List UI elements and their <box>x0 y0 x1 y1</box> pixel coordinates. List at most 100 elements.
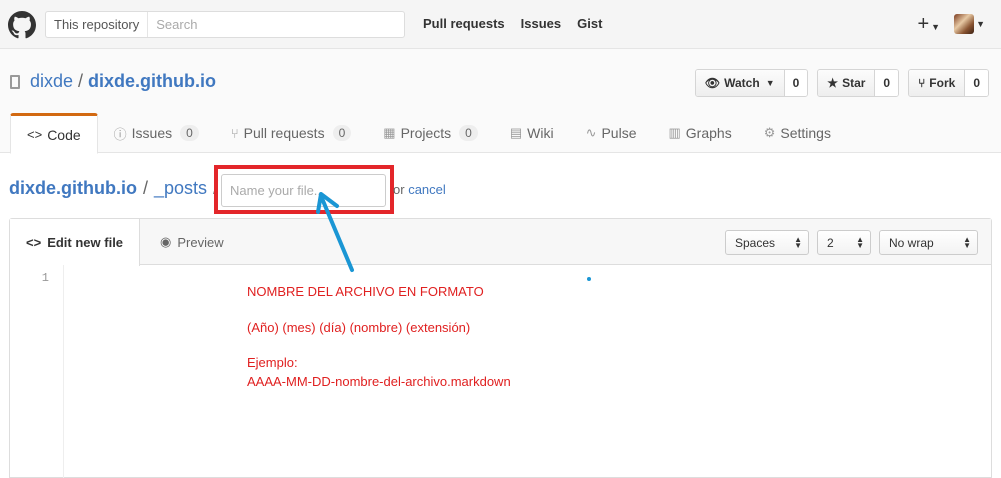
or-text: or <box>393 182 405 197</box>
header-actions: + ▼ ▼ <box>917 12 985 36</box>
tab-label: Issues <box>131 125 173 141</box>
user-menu-button[interactable]: ▼ <box>954 14 985 34</box>
project-icon: ▦ <box>383 125 396 140</box>
tab-pulse[interactable]: ∿ Pulse <box>570 113 653 153</box>
breadcrumb-repo-link[interactable]: dixde.github.io <box>9 178 137 199</box>
select-arrows-icon: ▲ ▼ <box>963 234 971 250</box>
pulse-icon: ∿ <box>585 125 597 140</box>
wrap-mode-select[interactable]: No wrap ▲ ▼ <box>879 230 978 255</box>
chevron-down-icon: ▼ <box>765 78 775 88</box>
tab-pull-requests[interactable]: ⑂ Pull requests 0 <box>215 113 367 153</box>
repo-owner-link[interactable]: dixde <box>30 71 73 92</box>
tab-label: Edit new file <box>47 235 124 250</box>
search-scope-label: This repository <box>46 12 149 37</box>
tab-code[interactable]: <> Code <box>10 113 98 154</box>
nav-issues[interactable]: Issues <box>521 16 561 31</box>
editor-options: Spaces ▲ ▼ 2 ▲ ▼ No wrap ▲ ▼ <box>725 230 978 255</box>
annotation-line-3: Ejemplo: <box>247 355 298 370</box>
code-icon: <> <box>26 235 42 250</box>
watch-button[interactable]: 👁 Watch ▼ <box>695 70 785 96</box>
breadcrumb: dixde.github.io / _posts / <box>9 178 218 199</box>
repo-icon <box>10 74 20 89</box>
star-group: ★ Star 0 <box>817 69 900 97</box>
nav-pull-requests[interactable]: Pull requests <box>423 16 505 31</box>
select-arrows-icon: ▲ ▼ <box>794 234 802 250</box>
line-number: 1 <box>41 271 49 285</box>
highlight-box-annotation <box>214 165 394 214</box>
fork-count[interactable]: 0 <box>965 70 988 96</box>
file-editor: <> Edit new file ◉ Preview Spaces ▲ ▼ 2 ▲ ▼ No… <box>9 218 992 478</box>
select-value: 2 <box>827 235 834 250</box>
tab-label: Wiki <box>527 125 554 141</box>
search-box: This repository <box>45 11 405 38</box>
nav-gist[interactable]: Gist <box>577 16 602 31</box>
plus-icon: + <box>917 13 930 35</box>
indent-size-select[interactable]: 2 ▲ ▼ <box>817 230 871 255</box>
annotation-line-4: AAAA-MM-DD-nombre-del-archivo.markdown <box>247 374 511 389</box>
select-arrows-icon: ▲ ▼ <box>856 234 864 250</box>
fork-icon: ⑂ <box>918 76 926 90</box>
eye-icon: ◉ <box>160 234 172 249</box>
tab-label: Projects <box>400 125 452 141</box>
gear-icon: ⚙ <box>763 125 776 140</box>
repo-separator: / <box>78 71 84 91</box>
line-gutter: 1 <box>10 265 64 478</box>
annotation-line-2: (Año) (mes) (día) (nombre) (extensión) <box>247 320 471 335</box>
tab-settings[interactable]: ⚙ Settings <box>748 113 847 153</box>
star-button[interactable]: ★ Star <box>818 70 876 96</box>
breadcrumb-separator: / <box>143 178 149 198</box>
code-icon: <> <box>27 127 43 142</box>
tab-issues[interactable]: ⓘ Issues 0 <box>98 113 215 153</box>
watch-group: 👁 Watch ▼ 0 <box>694 69 809 97</box>
fork-button[interactable]: ⑂ Fork <box>909 70 966 96</box>
repo-title: dixde / dixde.github.io <box>10 71 216 92</box>
tab-count: 0 <box>459 125 478 141</box>
tab-preview[interactable]: ◉ Preview <box>144 219 240 265</box>
tab-projects[interactable]: ▦ Projects 0 <box>367 113 494 153</box>
tab-count: 0 <box>332 125 352 141</box>
star-label: Star <box>842 76 866 90</box>
star-icon: ★ <box>827 76 839 90</box>
github-logo-icon[interactable] <box>8 11 36 39</box>
tab-label: Settings <box>780 125 831 141</box>
cancel-link[interactable]: cancel <box>408 182 446 197</box>
watch-count[interactable]: 0 <box>784 70 808 96</box>
global-header: This repository Pull requests Issues Gis… <box>0 0 1001 49</box>
tab-graphs[interactable]: ▥ Graphs <box>653 113 748 153</box>
tab-label: Graphs <box>685 125 732 141</box>
cursor-dot <box>587 277 591 281</box>
watch-label: Watch <box>724 76 760 90</box>
editor-header: <> Edit new file ◉ Preview Spaces ▲ ▼ 2 ▲ ▼ No… <box>10 219 991 266</box>
breadcrumb-dir-link[interactable]: _posts <box>154 178 207 199</box>
eye-icon: 👁 <box>704 76 721 90</box>
fork-group: ⑂ Fork 0 <box>908 69 989 97</box>
annotation-line-1: NOMBRE DEL ARCHIVO EN FORMATO <box>247 284 484 299</box>
repo-actions: 👁 Watch ▼ 0 ★ Star 0 ⑂ Fork 0 <box>694 69 989 97</box>
editor-body[interactable]: 1 <box>10 265 991 478</box>
top-nav: Pull requests Issues Gist <box>423 16 602 31</box>
tab-label: Preview <box>177 234 224 250</box>
tab-label: Code <box>47 126 81 143</box>
fork-label: Fork <box>929 76 956 90</box>
tab-label: Pull requests <box>243 125 325 141</box>
create-new-button[interactable]: + ▼ <box>917 12 940 36</box>
tab-label: Pulse <box>601 125 637 141</box>
cancel-wrap: or cancel <box>393 182 446 197</box>
book-icon: ▤ <box>509 125 523 140</box>
tab-edit-new-file[interactable]: <> Edit new file <box>10 219 141 266</box>
select-value: Spaces <box>735 235 776 250</box>
pr-icon: ⑂ <box>230 125 239 141</box>
avatar <box>954 14 975 34</box>
select-value: No wrap <box>889 235 934 250</box>
chevron-down-icon: ▼ <box>976 19 985 29</box>
tab-wiki[interactable]: ▤ Wiki <box>494 113 570 153</box>
repo-name-link[interactable]: dixde.github.io <box>88 71 216 92</box>
graph-icon: ▥ <box>668 125 681 140</box>
repo-tabs: <> Code ⓘ Issues 0 ⑂ Pull requests 0 ▦ Project… <box>10 113 847 154</box>
tab-count: 0 <box>180 125 199 141</box>
star-count[interactable]: 0 <box>875 70 899 96</box>
search-input[interactable] <box>148 17 404 32</box>
repo-header: dixde / dixde.github.io 👁 Watch ▼ 0 ★ Star … <box>0 49 1001 154</box>
indent-mode-select[interactable]: Spaces ▲ ▼ <box>725 230 809 255</box>
issue-icon: ⓘ <box>113 126 127 142</box>
